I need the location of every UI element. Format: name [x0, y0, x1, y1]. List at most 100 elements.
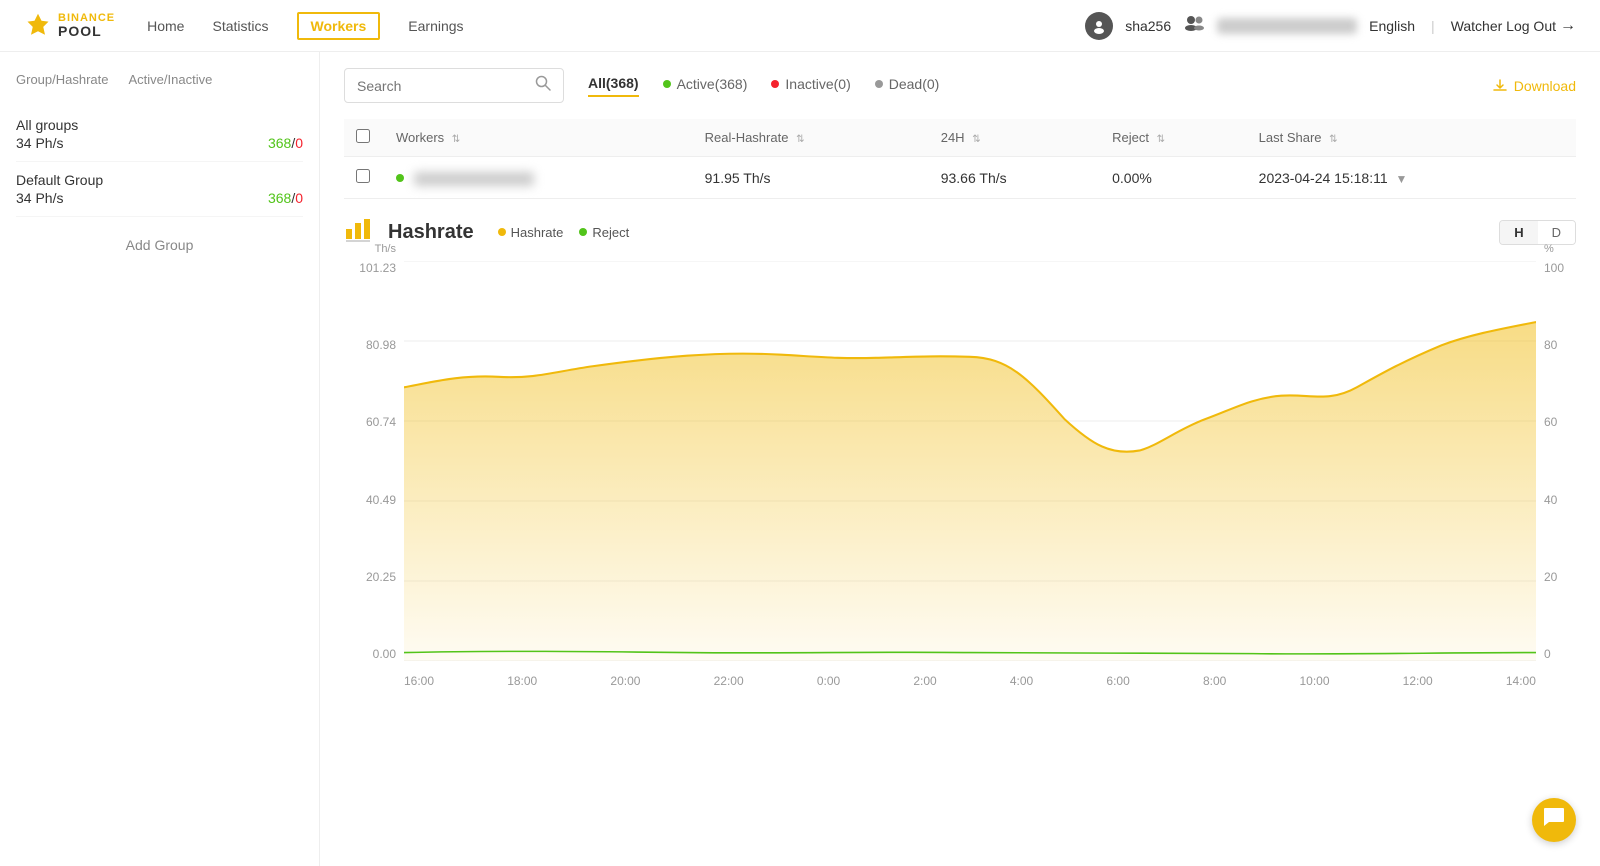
- y-right-label-1: 80: [1544, 338, 1557, 352]
- time-tab-h[interactable]: H: [1500, 221, 1537, 244]
- nav-home[interactable]: Home: [147, 14, 184, 38]
- table-header-real-hashrate[interactable]: Real-Hashrate ⇅: [693, 119, 929, 157]
- chart-header: Hashrate Hashrate Reject H D: [344, 215, 1576, 249]
- search-icon: [535, 75, 551, 96]
- worker-status-dot: [396, 174, 404, 182]
- sidebar-tab-group-hashrate[interactable]: Group/Hashrate: [16, 72, 109, 91]
- group-default-active-count: 368: [268, 190, 291, 206]
- y-left-label-4: 20.25: [366, 570, 396, 584]
- legend-reject: Reject: [579, 225, 629, 240]
- table-header-checkbox: [344, 119, 384, 157]
- table-cell-worker: [384, 157, 693, 199]
- sidebar-group-all[interactable]: All groups 34 Ph/s 368/0: [16, 107, 303, 162]
- y-right-label-2: 60: [1544, 415, 1557, 429]
- toolbar: All(368) Active(368) Inactive(0) Dead(0): [344, 68, 1576, 103]
- hashrate-legend-dot: [498, 228, 506, 236]
- group-default-name: Default Group: [16, 172, 303, 188]
- users-svg-icon: [1183, 15, 1205, 31]
- filter-tab-inactive[interactable]: Inactive(0): [771, 76, 850, 96]
- last-share-sort-icon: ⇅: [1329, 134, 1337, 145]
- group-all-name: All groups: [16, 117, 303, 133]
- hashrate-chart-svg: [404, 261, 1536, 661]
- inactive-dot-icon: [771, 80, 779, 88]
- group-default-hashrate: 34 Ph/s: [16, 190, 63, 206]
- reject-sort-icon: ⇅: [1157, 134, 1165, 145]
- y-right-label-3: 40: [1544, 493, 1557, 507]
- filter-inactive-label: Inactive(0): [785, 76, 850, 92]
- worker-name-blurred: [414, 172, 534, 186]
- add-group-button[interactable]: Add Group: [16, 237, 303, 253]
- legend-hashrate: Hashrate: [498, 225, 564, 240]
- table-header-last-share[interactable]: Last Share ⇅: [1247, 119, 1576, 157]
- chart-y-left-unit: Th/s: [344, 243, 404, 255]
- x-label-2: 20:00: [610, 674, 640, 688]
- x-label-0: 16:00: [404, 674, 434, 688]
- table-header-reject[interactable]: Reject ⇅: [1100, 119, 1247, 157]
- hashrate-chart-icon: [344, 215, 372, 243]
- table-cell-real-hashrate: 91.95 Th/s: [693, 157, 929, 199]
- chart-svg-area: [404, 261, 1536, 661]
- main-nav: Home Statistics Workers Earnings: [147, 12, 1085, 40]
- table-header-row: Workers ⇅ Real-Hashrate ⇅ 24H ⇅ Reject ⇅: [344, 119, 1576, 157]
- expand-row-icon[interactable]: ▼: [1396, 172, 1408, 186]
- group-all-stats: 34 Ph/s 368/0: [16, 135, 303, 151]
- workers-table: Workers ⇅ Real-Hashrate ⇅ 24H ⇅ Reject ⇅: [344, 119, 1576, 199]
- nav-earnings[interactable]: Earnings: [408, 14, 463, 38]
- logout-label: Watcher Log Out: [1451, 18, 1556, 34]
- header: BINANCE POOL Home Statistics Workers Ear…: [0, 0, 1600, 52]
- lang-divider: |: [1431, 18, 1435, 34]
- download-icon: [1492, 78, 1508, 94]
- group-all-count: 368/0: [268, 135, 303, 151]
- y-left-label-2: 60.74: [366, 415, 396, 429]
- y-left-label-3: 40.49: [366, 493, 396, 507]
- logout-button[interactable]: Watcher Log Out →: [1451, 17, 1576, 35]
- group-all-inactive-count: 0: [295, 135, 303, 151]
- nav-workers[interactable]: Workers: [297, 12, 381, 40]
- filter-tab-active[interactable]: Active(368): [663, 76, 748, 96]
- x-label-10: 12:00: [1403, 674, 1433, 688]
- select-all-checkbox[interactable]: [356, 129, 370, 143]
- sidebar: Group/Hashrate Active/Inactive All group…: [0, 52, 320, 866]
- content-area: All(368) Active(368) Inactive(0) Dead(0): [320, 52, 1600, 866]
- logout-icon: →: [1560, 17, 1576, 35]
- sidebar-tab-active-inactive[interactable]: Active/Inactive: [129, 72, 213, 91]
- chart-section: Hashrate Hashrate Reject H D: [344, 199, 1576, 717]
- hashrate-legend-label: Hashrate: [511, 225, 564, 240]
- x-label-4: 0:00: [817, 674, 840, 688]
- logo-icon: [24, 12, 52, 40]
- y-right-label-5: 0: [1544, 647, 1551, 661]
- nav-statistics[interactable]: Statistics: [212, 14, 268, 38]
- x-label-8: 8:00: [1203, 674, 1226, 688]
- y-left-label-0: 101.23: [359, 261, 396, 275]
- x-label-6: 4:00: [1010, 674, 1033, 688]
- real-hashrate-sort-icon: ⇅: [796, 134, 804, 145]
- group-default-stats: 34 Ph/s 368/0: [16, 190, 303, 206]
- search-input[interactable]: [357, 78, 527, 94]
- filter-tab-all[interactable]: All(368): [588, 75, 639, 97]
- table-header-workers[interactable]: Workers ⇅: [384, 119, 693, 157]
- table-cell-checkbox: [344, 157, 384, 199]
- group-all-active-count: 368: [268, 135, 291, 151]
- row-checkbox[interactable]: [356, 169, 370, 183]
- chart-time-tabs: H D: [1499, 220, 1576, 245]
- filter-tab-dead[interactable]: Dead(0): [875, 76, 940, 96]
- language-selector[interactable]: English: [1369, 18, 1415, 34]
- dead-dot-icon: [875, 80, 883, 88]
- x-label-11: 14:00: [1506, 674, 1536, 688]
- main-layout: Group/Hashrate Active/Inactive All group…: [0, 52, 1600, 866]
- chart-y-right-unit: %: [1536, 243, 1576, 255]
- table-cell-last-share: 2023-04-24 15:18:11 ▼: [1247, 157, 1576, 199]
- sidebar-group-default[interactable]: Default Group 34 Ph/s 368/0: [16, 162, 303, 217]
- logo-text: BINANCE POOL: [58, 12, 115, 39]
- reject-legend-label: Reject: [592, 225, 629, 240]
- time-tab-d[interactable]: D: [1538, 221, 1575, 244]
- download-button[interactable]: Download: [1492, 78, 1576, 94]
- x-label-5: 2:00: [913, 674, 936, 688]
- filter-all-label: All(368): [588, 75, 639, 91]
- table-header-24h[interactable]: 24H ⇅: [929, 119, 1100, 157]
- chat-bubble-button[interactable]: [1532, 798, 1576, 842]
- table-cell-reject: 0.00%: [1100, 157, 1247, 199]
- chart-wrapper: Th/s % 101.23 80.98 60.74 40.49 20.25 0.…: [344, 261, 1576, 701]
- logo[interactable]: BINANCE POOL: [24, 12, 115, 40]
- table-row: 91.95 Th/s 93.66 Th/s 0.00% 2023-04-24 1…: [344, 157, 1576, 199]
